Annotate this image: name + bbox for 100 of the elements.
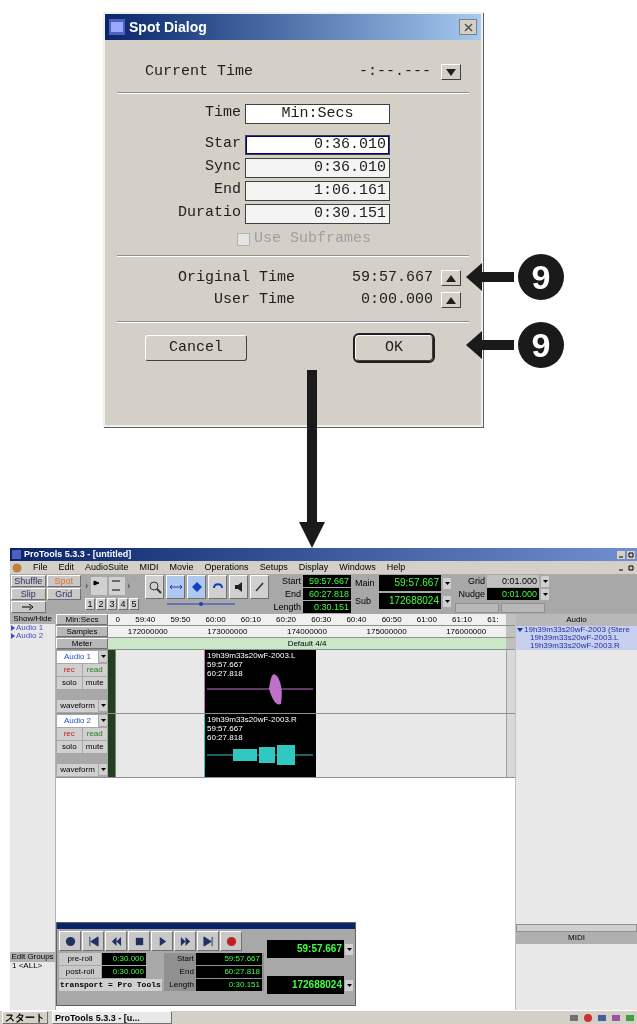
transport-button[interactable] <box>82 931 104 951</box>
counter-label: End <box>178 966 194 978</box>
scroll-bar[interactable] <box>516 924 637 932</box>
time-value: 0:00.000 <box>360 289 434 310</box>
dropdown-button[interactable] <box>99 651 107 662</box>
arrow-button[interactable] <box>11 601 46 613</box>
region-list-header[interactable]: Audio <box>516 614 637 626</box>
menu-item[interactable]: Edit <box>58 563 75 572</box>
up-button[interactable] <box>441 270 461 286</box>
track-name-field[interactable]: Audio 1 <box>57 651 98 663</box>
roll-button[interactable]: post-roll <box>59 966 101 978</box>
time-field[interactable]: 0:30.151 <box>245 203 390 224</box>
start-button[interactable]: スタート <box>2 1011 48 1024</box>
zoom-preset-button[interactable]: 4 <box>118 598 128 610</box>
counter-label: Length <box>168 979 194 991</box>
ruler-tick: 61: <box>487 614 499 625</box>
menu-item[interactable]: MIDI <box>139 563 159 572</box>
transport-button[interactable] <box>197 931 219 951</box>
time-field[interactable]: 0:36.010 <box>245 134 390 155</box>
track-button[interactable]: mute <box>82 741 107 753</box>
dropdown-button[interactable] <box>441 64 461 80</box>
menu-item[interactable]: Display <box>298 563 329 572</box>
transport-button[interactable] <box>128 931 150 951</box>
track-button[interactable]: mute <box>82 677 107 689</box>
tool-button[interactable] <box>145 575 164 599</box>
tool-button[interactable] <box>208 575 227 599</box>
counter-display: 172688024 <box>267 976 344 994</box>
time-field[interactable]: 1:06.161 <box>245 180 390 201</box>
tool-button[interactable] <box>229 575 248 599</box>
track-name-field[interactable]: Audio 2 <box>57 715 98 727</box>
ruler-tick: 172000000 <box>127 626 168 637</box>
ruler-tick: Default 4/4 <box>287 638 327 649</box>
close-icon <box>463 22 473 32</box>
audio-region[interactable]: 19h39m33s20wF-2003.L 59:57.667 60:27.818 <box>204 650 316 713</box>
tool-button[interactable] <box>250 575 269 599</box>
zoom-preset-button[interactable]: 2 <box>96 598 106 610</box>
roll-button[interactable]: pre-roll <box>59 953 101 965</box>
track-button[interactable]: rec <box>57 728 82 740</box>
menu-item[interactable]: Movie <box>169 563 194 572</box>
dropdown-button[interactable] <box>345 943 353 955</box>
track-button[interactable]: rec <box>57 664 82 676</box>
cancel-button[interactable]: Cancel <box>145 335 247 361</box>
mode-button[interactable]: Grid <box>46 588 81 600</box>
view-selector[interactable]: waveform <box>57 764 98 776</box>
audio-region[interactable]: 19h39m33s20wF-2003.R 59:57.667 60:27.818 <box>204 714 316 777</box>
time-field[interactable]: 0:36.010 <box>245 157 390 178</box>
time-display: 0:30.151 <box>303 601 351 613</box>
time-format-field[interactable]: Min:Secs <box>245 103 390 124</box>
rewind-to-start-icon <box>87 935 99 947</box>
counter-label: Nudge <box>457 589 485 599</box>
edit-group-item[interactable]: 1 <ALL> <box>10 962 55 970</box>
dropdown-button[interactable] <box>541 588 549 600</box>
transport-button[interactable] <box>59 931 81 951</box>
show-hide-header[interactable]: Show/Hide <box>10 614 55 624</box>
transport-button[interactable] <box>151 931 173 951</box>
ruler-label[interactable]: Meter <box>56 638 108 649</box>
dropdown-button[interactable] <box>541 575 549 587</box>
dropdown-button[interactable] <box>443 577 451 589</box>
ruler-tick: 61:10 <box>452 614 473 625</box>
tray-icon <box>569 1012 579 1023</box>
track-button[interactable]: solo <box>57 677 82 689</box>
dropdown-button[interactable] <box>99 764 107 775</box>
value-display: 0:01.000 <box>487 575 539 587</box>
ok-button[interactable]: OK <box>355 335 433 361</box>
zoom-preset-button[interactable]: 5 <box>129 598 139 610</box>
magnifier-icon <box>147 580 162 594</box>
track-button[interactable]: solo <box>57 741 82 753</box>
menu-item[interactable]: File <box>33 563 48 572</box>
mode-button[interactable]: Slip <box>11 588 46 600</box>
track-list-item[interactable]: Audio 2 <box>16 632 44 640</box>
mode-button[interactable]: Shuffle <box>11 575 46 587</box>
ruler-label[interactable]: Samples <box>56 626 108 637</box>
dropdown-button[interactable] <box>99 700 107 711</box>
menu-item[interactable]: Setups <box>259 563 288 572</box>
tool-button[interactable] <box>187 575 206 599</box>
down-arrow-icon <box>100 768 106 771</box>
view-selector[interactable]: waveform <box>57 700 98 712</box>
transport-button[interactable] <box>174 931 196 951</box>
edit-groups-header[interactable]: Edit Groups <box>10 952 55 962</box>
transport-button[interactable] <box>105 931 127 951</box>
ruler-tick: 173000000 <box>207 626 248 637</box>
counter-label: Main <box>355 578 376 588</box>
zoom-preset-button[interactable]: 1 <box>85 598 95 610</box>
menu-item[interactable]: Windows <box>339 563 376 572</box>
ruler-label[interactable]: Min:Secs <box>56 614 108 625</box>
zoom-preset-button[interactable]: 3 <box>107 598 117 610</box>
value-display: 0:01.000 <box>487 588 539 600</box>
dropdown-button[interactable] <box>443 595 451 607</box>
menu-item[interactable]: Operations <box>204 563 249 572</box>
dropdown-button[interactable] <box>99 715 107 726</box>
transport-button[interactable] <box>220 931 242 951</box>
up-button[interactable] <box>441 292 461 308</box>
clock-icon <box>64 935 76 947</box>
dropdown-button[interactable] <box>345 979 353 991</box>
region-list-header[interactable]: MIDI <box>516 932 637 944</box>
track-list-item[interactable]: Audio 1 <box>16 624 44 632</box>
menu-item[interactable]: Help <box>386 563 406 572</box>
close-button[interactable] <box>459 19 477 35</box>
menu-item[interactable]: AudioSuite <box>85 563 129 572</box>
taskbar-button[interactable]: ProTools 5.3.3 - [u... <box>52 1011 172 1024</box>
